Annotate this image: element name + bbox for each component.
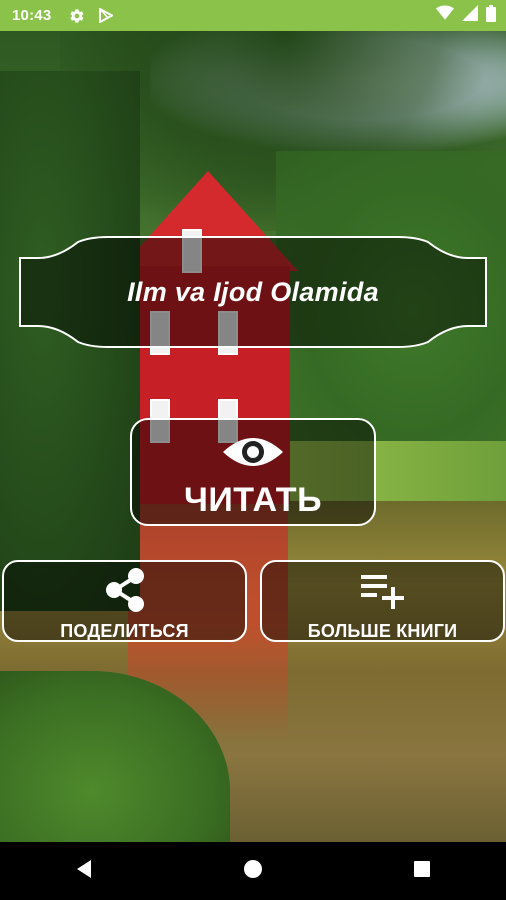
navigation-bar — [0, 842, 506, 900]
recents-button[interactable] — [392, 842, 452, 900]
more-books-button[interactable]: БОЛЬШЕ КНИГИ — [260, 560, 505, 642]
read-button-label: ЧИТАТЬ — [183, 481, 323, 519]
app-title: Ilm va Ijod Olamida — [127, 276, 379, 307]
status-bar: 10:43 — [0, 0, 506, 31]
playlist-add-icon — [357, 567, 409, 618]
share-button[interactable]: ПОДЕЛИТЬСЯ — [2, 560, 247, 642]
eye-icon — [221, 432, 285, 477]
read-button[interactable]: ЧИТАТЬ — [130, 418, 376, 526]
more-books-button-label: БОЛЬШЕ КНИГИ — [307, 621, 458, 641]
play-store-icon — [99, 8, 114, 23]
signal-icon — [462, 5, 478, 26]
status-time: 10:43 — [12, 7, 52, 24]
battery-icon — [486, 4, 496, 27]
back-icon — [75, 859, 93, 884]
home-icon — [243, 859, 263, 884]
share-button-label: ПОДЕЛИТЬСЯ — [60, 621, 189, 641]
back-button[interactable] — [54, 842, 114, 900]
home-button[interactable] — [223, 842, 283, 900]
recents-icon — [413, 860, 431, 883]
wifi-icon — [436, 5, 454, 26]
share-icon — [103, 567, 147, 618]
title-plate: Ilm va Ijod Olamida — [18, 236, 488, 348]
settings-gear-icon — [69, 8, 85, 24]
